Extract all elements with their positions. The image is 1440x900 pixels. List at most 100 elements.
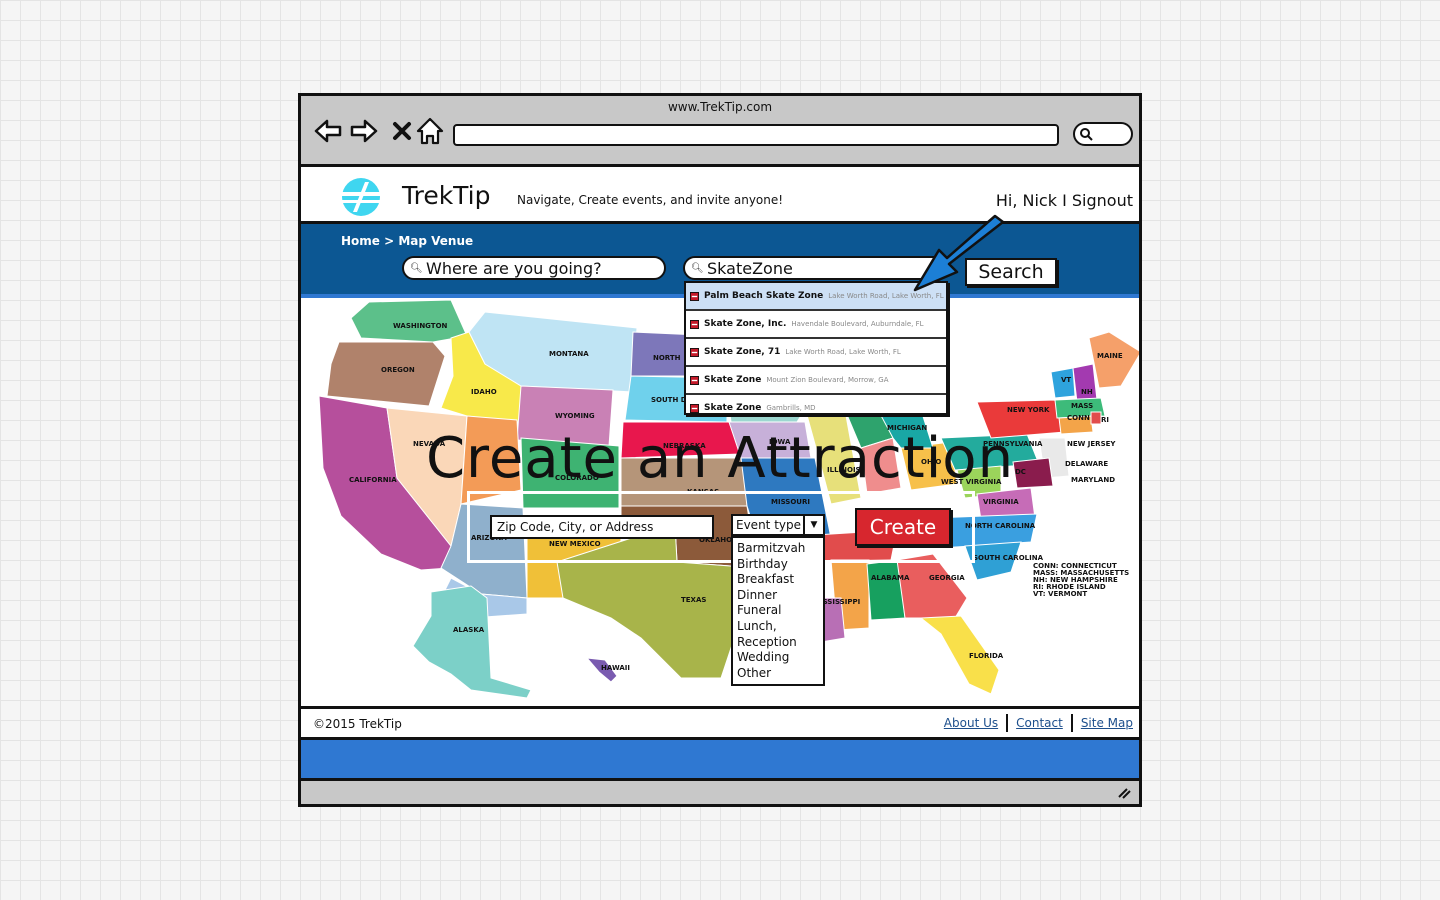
state-label-alabama: ALABAMA xyxy=(871,574,910,582)
event-type-option[interactable]: Other xyxy=(737,666,819,682)
map-pin-icon xyxy=(690,375,699,385)
signout-link[interactable]: Signout xyxy=(1072,191,1133,210)
state-label-nh: NH xyxy=(1081,388,1093,396)
state-label-virginia: VIRGINIA xyxy=(983,498,1019,506)
arrow-right-icon[interactable] xyxy=(349,116,379,146)
footer-links: About Us Contact Site Map xyxy=(944,714,1133,732)
event-type-option[interactable]: Wedding xyxy=(737,650,819,666)
browser-window: www.TrekTip.com TrekTip Navigate, Create… xyxy=(298,93,1142,807)
state-label-south-dakota: SOUTH D xyxy=(651,396,687,404)
state-label-south-carolina: SOUTH CAROLINA xyxy=(973,554,1044,562)
venue-search-input[interactable]: 🔍︎ xyxy=(683,256,947,280)
site-footer: ©2015 TrekTip About Us Contact Site Map xyxy=(301,706,1139,740)
trektip-logo[interactable] xyxy=(341,177,381,217)
event-type-option[interactable]: Birthday xyxy=(737,557,819,573)
browser-toolbar: www.TrekTip.com xyxy=(301,96,1139,167)
breadcrumb[interactable]: Home > Map Venue xyxy=(341,234,473,248)
zip-code-input[interactable]: Zip Code, City, or Address xyxy=(490,515,714,539)
brand-name[interactable]: TrekTip xyxy=(402,181,491,210)
footer-band xyxy=(301,740,1139,781)
state-label-alaska: ALASKA xyxy=(453,626,485,634)
state-label-texas: TEXAS xyxy=(681,596,706,604)
browser-status-bar xyxy=(301,781,1139,804)
map-pin-icon xyxy=(690,291,699,301)
venue-search-field[interactable] xyxy=(707,258,907,278)
state-label-conn: CONN xyxy=(1067,414,1090,422)
home-icon[interactable] xyxy=(415,116,445,146)
event-type-option[interactable]: Funeral xyxy=(737,603,819,619)
greeting: Hi, Nick xyxy=(995,191,1057,210)
suggestion-item[interactable]: Skate Zone Gambrills, MD xyxy=(686,395,946,421)
state-label-north-carolina: NORTH CAROLINA xyxy=(965,522,1036,530)
contact-link[interactable]: Contact xyxy=(1016,716,1063,730)
state-label-florida: FLORIDA xyxy=(969,652,1004,660)
about-us-link[interactable]: About Us xyxy=(944,716,998,730)
link-divider xyxy=(1006,714,1009,732)
state-label-colorado: COLORADO xyxy=(555,474,599,482)
event-type-option[interactable]: Reception xyxy=(737,635,819,651)
tagline: Navigate, Create events, and invite anyo… xyxy=(517,193,784,207)
state-label-oregon: OREGON xyxy=(381,366,415,374)
state-label-new-york: NEW YORK xyxy=(1007,406,1050,414)
event-type-option[interactable]: Barmitzvah xyxy=(737,541,819,557)
state-label-iowa: IOWA xyxy=(769,438,791,446)
site-map-link[interactable]: Site Map xyxy=(1081,716,1133,730)
state-label-west-virginia: WEST VIRGINIA xyxy=(941,478,1002,486)
state-label-maryland: MARYLAND xyxy=(1071,476,1115,484)
state-label-nevada: NEVADA xyxy=(413,440,446,448)
browser-search-box[interactable] xyxy=(1073,122,1133,146)
state-label-hawaii: HAWAII xyxy=(601,664,630,672)
suggestion-item[interactable]: Palm Beach Skate Zone Lake Worth Road, L… xyxy=(686,283,946,311)
state-label-delaware: DELAWARE xyxy=(1065,460,1108,468)
map-pin-icon xyxy=(690,319,699,329)
resize-handle-icon[interactable] xyxy=(1117,785,1131,799)
pointer-arrow-icon xyxy=(913,214,1005,292)
state-label-ri: RI xyxy=(1101,416,1109,424)
map-pin-icon xyxy=(690,403,699,413)
state-label-idaho: IDAHO xyxy=(471,388,497,396)
state-label-maine: MAINE xyxy=(1097,352,1123,360)
state-label-new-jersey: NEW JERSEY xyxy=(1067,440,1116,448)
state-label-dc: DC xyxy=(1015,468,1026,476)
suggestion-address: Gambrills, MD xyxy=(766,404,816,412)
event-type-label: Event type xyxy=(736,518,801,532)
state-label-wyoming: WYOMING xyxy=(555,412,595,420)
suggestion-name: Skate Zone xyxy=(704,375,762,385)
arrow-left-icon[interactable] xyxy=(313,116,343,146)
event-type-select[interactable]: Event type ▼ xyxy=(731,514,825,536)
location-field[interactable] xyxy=(426,258,626,278)
site-header: TrekTip Navigate, Create events, and inv… xyxy=(301,167,1139,224)
suggestion-address: Havendale Boulevard, Auburndale, FL xyxy=(791,320,924,328)
state-label-washington: WASHINGTON xyxy=(393,322,448,330)
state-label-north-dakota: NORTH xyxy=(653,354,681,362)
menu-separator: I xyxy=(1062,191,1067,210)
suggestion-item[interactable]: Skate Zone, Inc. Havendale Boulevard, Au… xyxy=(686,311,946,339)
map-pin-icon xyxy=(690,347,699,357)
state-label-georgia: GEORGIA xyxy=(929,574,965,582)
event-type-option[interactable]: Breakfast xyxy=(737,572,819,588)
window-title: www.TrekTip.com xyxy=(667,100,773,114)
create-button[interactable]: Create xyxy=(855,508,951,546)
state-label-illinois: ILLINOIS xyxy=(827,466,861,474)
suggestion-name: Skate Zone xyxy=(704,403,762,413)
suggestion-item[interactable]: Skate Zone, 71 Lake Worth Road, Lake Wor… xyxy=(686,339,946,367)
state-label-pennsylvania: PENNSYLVANIA xyxy=(983,440,1043,448)
state-label-montana: MONTANA xyxy=(549,350,589,358)
suggestion-address: Lake Worth Road, Lake Worth, FL xyxy=(785,348,901,356)
event-type-option[interactable]: Dinner xyxy=(737,588,819,604)
user-menu: Hi, Nick I Signout xyxy=(996,191,1133,210)
state-label-california: CALIFORNIA xyxy=(349,476,397,484)
location-input[interactable]: 🔍︎ xyxy=(402,256,666,280)
close-icon[interactable] xyxy=(387,116,417,146)
state-label-vt: VT xyxy=(1061,376,1071,384)
event-type-option[interactable]: Lunch, xyxy=(737,619,819,635)
link-divider xyxy=(1070,714,1073,732)
suggestion-item[interactable]: Skate Zone Mount Zion Boulevard, Morrow,… xyxy=(686,367,946,395)
chevron-down-icon[interactable]: ▼ xyxy=(803,516,823,534)
search-icon: 🔍︎ xyxy=(691,262,704,274)
state-label-mass: MASS xyxy=(1071,402,1093,410)
address-bar[interactable] xyxy=(453,124,1059,146)
map-legend-line: VT: VERMONT xyxy=(1033,590,1087,598)
suggestion-address: Mount Zion Boulevard, Morrow, GA xyxy=(766,376,889,384)
search-suggestions: Palm Beach Skate Zone Lake Worth Road, L… xyxy=(684,281,948,415)
